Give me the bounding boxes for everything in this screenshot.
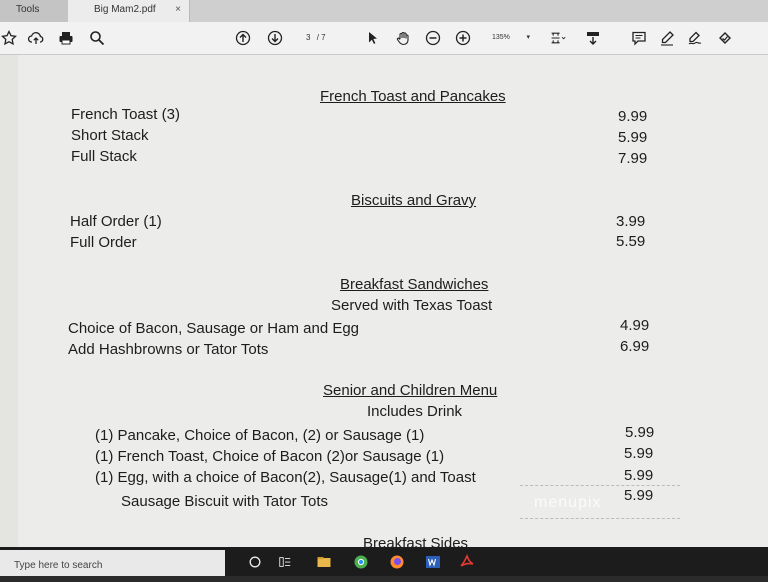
menu-item-price: 7.99 [618,150,648,167]
menu-item-name: (1) Pancake, Choice of Bacon, (2) or Sau… [95,427,425,444]
tab-document-label: Big Mam2.pdf [94,4,156,15]
menu-item-price: 5.99 [625,424,655,441]
watermark-logo: menupix [520,485,680,519]
scroll-mode-icon[interactable] [584,29,602,47]
select-cursor-icon[interactable] [364,29,382,47]
tab-tools[interactable]: Tools [0,0,68,22]
task-view-icon[interactable] [246,553,264,571]
menu-item-price: 4.99 [620,317,650,334]
menu-item-price: 6.99 [620,338,650,355]
menu-item-price: 5.99 [624,467,654,484]
firefox-browser-icon[interactable] [388,553,406,571]
hand-tool-icon[interactable] [394,29,412,47]
previous-page-icon[interactable] [234,29,252,47]
pdf-toolbar: 3 / 7 135% ▾ [0,22,768,55]
page-total: / 7 [316,33,326,42]
highlight-pen-icon[interactable] [658,29,676,47]
file-explorer-icon[interactable] [315,553,333,571]
page-current: 3 [306,33,311,42]
pdf-page: French Toast and Pancakes French Toast (… [18,55,768,547]
fill-and-sign-icon[interactable] [716,29,734,47]
search-placeholder: Type here to search [14,560,103,571]
section-heading: Breakfast Sides [363,535,469,547]
menu-item-price: 5.59 [616,233,646,250]
document-viewport[interactable]: French Toast and Pancakes French Toast (… [0,55,768,547]
menu-item-price: 5.99 [618,129,648,146]
menu-item-name: Add Hashbrowns or Tator Tots [68,341,269,358]
menu-item-name: (1) French Toast, Choice of Bacon (2)or … [95,448,445,465]
comment-icon[interactable] [630,29,648,47]
print-icon[interactable] [57,29,75,47]
section-heading: Biscuits and Gravy [351,192,477,209]
menu-item-name: Short Stack [71,127,149,144]
menu-item-name: Choice of Bacon, Sausage or Ham and Egg [68,320,360,337]
taskbar-search-input[interactable]: Type here to search [0,550,225,576]
menu-item-name: Sausage Biscuit with Tator Tots [121,493,329,510]
bookmark-star-icon[interactable] [0,29,18,47]
menu-item-name: Full Stack [71,148,137,165]
tab-document[interactable]: Big Mam2.pdf × [68,0,190,22]
zoom-value: 135% [492,34,510,41]
page-number-field[interactable]: 3 / 7 [296,30,336,46]
section-subheading: Served with Texas Toast [331,297,493,314]
menu-item-price: 3.99 [616,213,646,230]
acrobat-reader-icon[interactable] [458,553,476,571]
zoom-level-dropdown[interactable]: 135% ▾ [486,30,532,46]
menu-item-name: Half Order (1) [70,213,162,230]
section-heading: Senior and Children Menu [323,382,498,399]
section-subheading: Includes Drink [367,403,463,420]
section-heading: Breakfast Sandwiches [340,276,489,293]
fit-page-icon[interactable] [546,29,570,47]
menu-item-name: Full Order [70,234,137,251]
menu-item-price: 9.99 [618,108,648,125]
tab-tools-label: Tools [16,4,40,15]
widgets-icon[interactable] [276,553,294,571]
menu-item-name: (1) Egg, with a choice of Bacon(2), Saus… [95,469,476,486]
chrome-browser-icon[interactable] [352,553,370,571]
zoom-out-icon[interactable] [424,29,442,47]
word-app-icon[interactable] [424,553,442,571]
next-page-icon[interactable] [266,29,284,47]
zoom-caret-icon: ▾ [526,34,530,41]
menu-item-name: French Toast (3) [71,106,180,123]
search-icon[interactable] [88,29,106,47]
tab-close-icon[interactable]: × [175,0,181,20]
tab-bar: Tools Big Mam2.pdf × [0,0,768,23]
section-heading: French Toast and Pancakes [320,88,506,105]
menu-item-price: 5.99 [624,445,654,462]
upload-cloud-icon[interactable] [27,29,45,47]
windows-taskbar: Type here to search [0,547,768,576]
zoom-in-icon[interactable] [454,29,472,47]
draw-signature-icon[interactable] [686,29,704,47]
